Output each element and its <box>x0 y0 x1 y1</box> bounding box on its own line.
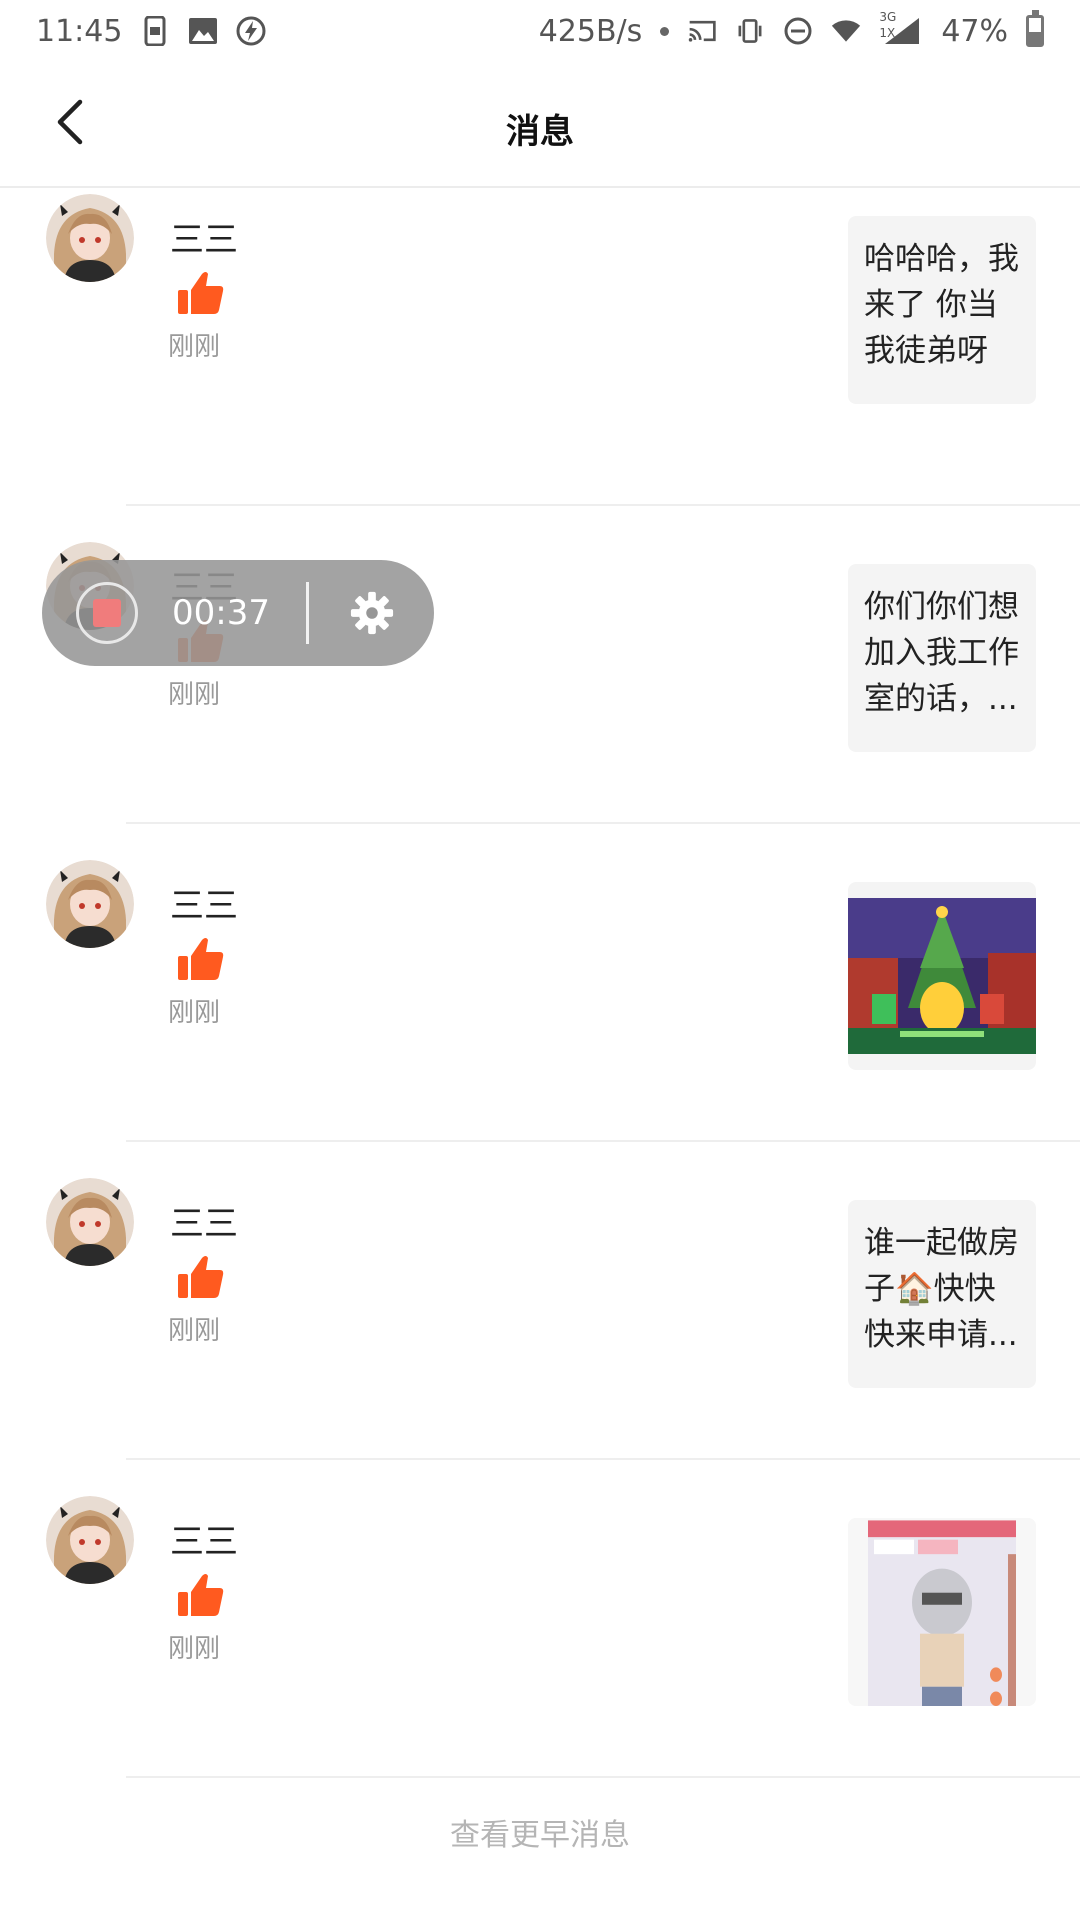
status-bar: 11:45 425B/s 3G 1X 47% <box>0 0 1080 62</box>
image-icon <box>188 16 218 46</box>
notification-dot <box>660 26 670 36</box>
message-item[interactable]: 三三 刚刚 谁一起做房子🏠快快快来申请... <box>0 1142 1080 1460</box>
status-time: 11:45 <box>36 13 123 49</box>
thumbs-up-icon <box>178 1256 224 1298</box>
avatar[interactable] <box>46 860 134 948</box>
avatar[interactable] <box>46 1496 134 1584</box>
message-preview-image[interactable] <box>848 882 1036 1070</box>
wifi-icon <box>831 16 861 46</box>
network-sub: 1X <box>879 26 896 40</box>
username: 三三 <box>170 886 238 926</box>
view-earlier-messages-link[interactable]: 查看更早消息 <box>0 1810 1080 1854</box>
thumbs-up-icon <box>178 1574 224 1616</box>
preview-text: 你们你们想加入我工作室的话，... <box>864 589 1019 717</box>
network-type: 3G <box>879 10 897 24</box>
record-elapsed-time: 00:37 <box>172 593 270 633</box>
screen-recorder-widget[interactable]: 00:37 <box>42 560 434 666</box>
message-preview-image[interactable] <box>848 1518 1036 1706</box>
battery-fill <box>1029 31 1041 44</box>
screen-record-icon <box>140 16 170 46</box>
message-item[interactable]: 三三 刚刚 <box>0 1460 1080 1778</box>
message-time: 刚刚 <box>168 680 221 710</box>
gear-icon[interactable] <box>349 590 395 636</box>
vibrate-icon <box>735 16 765 46</box>
message-time: 刚刚 <box>168 332 221 362</box>
message-preview[interactable]: 你们你们想加入我工作室的话，... <box>848 564 1036 752</box>
divider <box>126 1776 1080 1778</box>
message-time: 刚刚 <box>168 1634 221 1664</box>
battery-percent: 47% <box>941 13 1008 49</box>
cast-icon <box>687 16 717 46</box>
username: 三三 <box>170 220 238 260</box>
page-title: 消息 <box>506 112 574 152</box>
message-item[interactable]: 三三 刚刚 <box>0 824 1080 1142</box>
preview-text: 哈哈哈，我来了 你当我徒弟呀 <box>864 241 1019 369</box>
flash-icon <box>236 16 266 46</box>
username: 三三 <box>170 1522 238 1562</box>
character-screenshot-thumbnail <box>848 1518 1036 1706</box>
recorder-divider <box>306 582 309 644</box>
header: 消息 <box>0 62 1080 188</box>
message-item[interactable]: 三三 刚刚 哈哈哈，我来了 你当我徒弟呀 <box>0 188 1080 506</box>
stop-icon <box>93 599 121 627</box>
stop-record-button[interactable] <box>76 582 138 644</box>
avatar[interactable] <box>46 1178 134 1266</box>
message-preview[interactable]: 谁一起做房子🏠快快快来申请... <box>848 1200 1036 1388</box>
game-scene-thumbnail <box>848 898 1036 1054</box>
message-time: 刚刚 <box>168 998 221 1028</box>
signal-icon: 3G 1X <box>879 10 923 46</box>
net-speed: 425B/s <box>538 13 643 49</box>
battery-icon <box>1026 10 1044 47</box>
dnd-icon <box>783 16 813 46</box>
thumbs-up-icon <box>178 938 224 980</box>
username: 三三 <box>170 1204 238 1244</box>
message-time: 刚刚 <box>168 1316 221 1346</box>
preview-text: 谁一起做房子🏠快快快来申请... <box>864 1225 1019 1353</box>
status-right: 425B/s 3G 1X 47% <box>538 10 1044 49</box>
status-left: 11:45 <box>36 14 266 49</box>
message-list: 三三 刚刚 哈哈哈，我来了 你当我徒弟呀 三三 <box>0 188 1080 1778</box>
message-preview[interactable]: 哈哈哈，我来了 你当我徒弟呀 <box>848 216 1036 404</box>
avatar[interactable] <box>46 194 134 282</box>
thumbs-up-icon <box>178 272 224 314</box>
